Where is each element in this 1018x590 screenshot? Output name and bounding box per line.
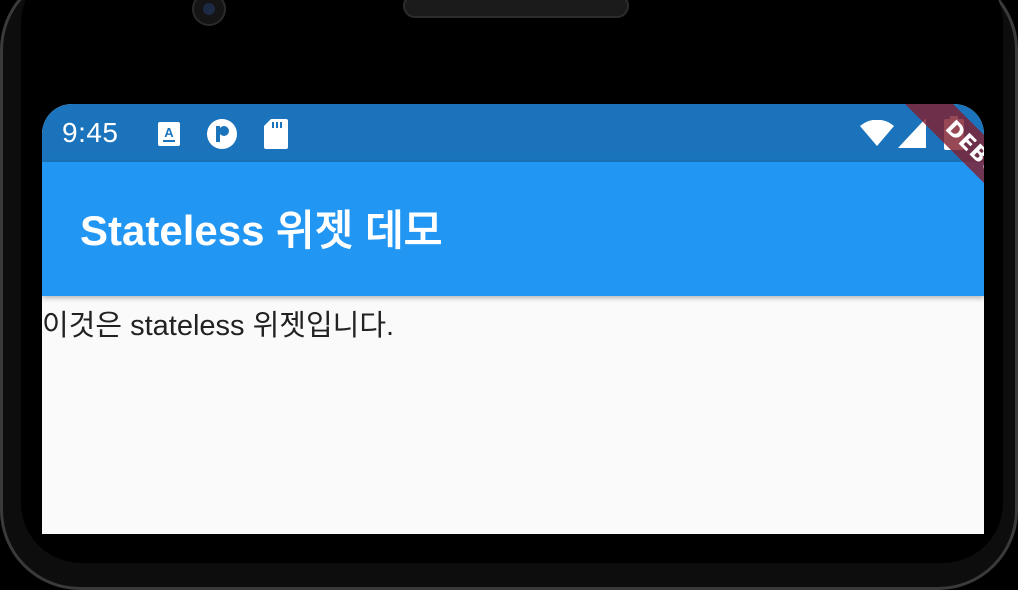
wifi-icon: [860, 119, 894, 150]
stateless-widget-text: 이것은 stateless 위젯입니다.: [42, 310, 395, 342]
svg-text:A: A: [164, 125, 174, 140]
status-time: 9:45: [62, 117, 119, 148]
status-bar: 9:45 A: [42, 104, 984, 162]
sd-card-icon: [264, 119, 288, 153]
signal-icon: [898, 118, 926, 152]
app-bar-title: Stateless 위젯 데모: [80, 207, 443, 254]
font-a-icon: A: [158, 122, 180, 150]
app-screen: 9:45 A Stateless 위젯 데모 이것은 stateless 위젯입…: [42, 104, 984, 534]
earpiece-speaker: [403, 0, 629, 18]
app-bar: Stateless 위젯 데모: [42, 162, 984, 296]
circle-p-icon: [206, 118, 238, 154]
